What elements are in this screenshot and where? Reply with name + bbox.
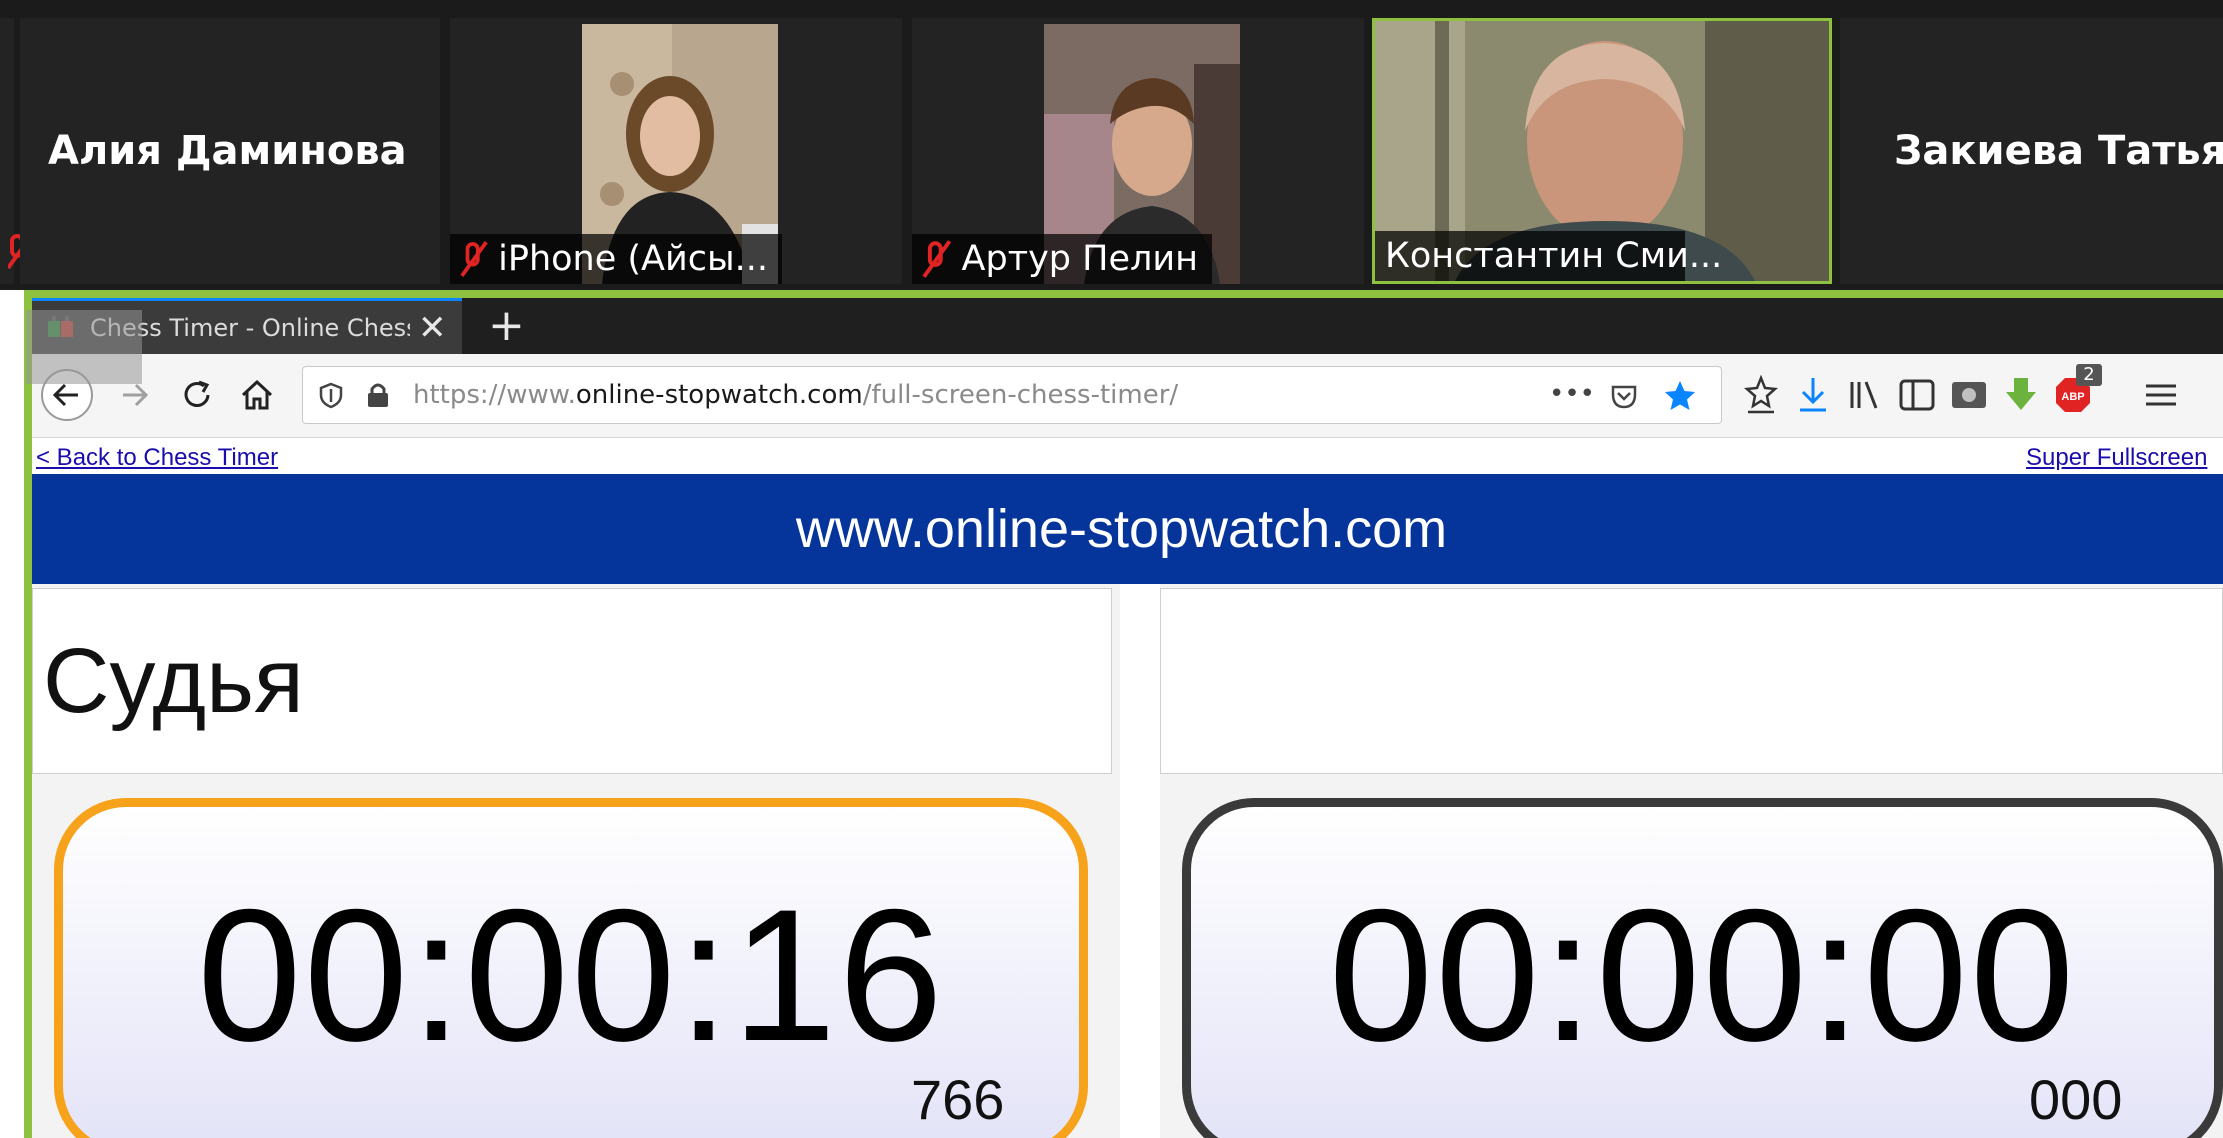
reading-list-star-icon[interactable]: [1740, 374, 1782, 416]
clock-time: 00:00:00: [1328, 870, 2077, 1080]
url-domain: online-stopwatch.com: [575, 380, 863, 410]
lock-icon: [368, 383, 388, 407]
participant-name: Константин Сми...: [1385, 236, 1723, 276]
downloads-icon[interactable]: [1792, 374, 1834, 416]
participant-label: Артур Пелин: [912, 234, 1212, 284]
zoom-participant-strip: Алия Даминова iPhone (Айсы... Артур Пели…: [0, 0, 2223, 290]
svg-text:ABP: ABP: [2061, 391, 2084, 403]
participant-tile-1[interactable]: Алия Даминова: [20, 18, 440, 284]
clock-milliseconds: 766: [911, 1068, 1005, 1131]
participant-name: iPhone (Айсы...: [498, 239, 768, 279]
participant-name: Закиева Татьяна: [1894, 128, 2223, 174]
home-button[interactable]: [228, 366, 286, 424]
tracking-shield-icon: [319, 382, 343, 409]
browser-window: Chess Timer - Online Chess ✕ + https://w…: [24, 290, 2223, 1138]
sidebar-icon[interactable]: [1896, 374, 1938, 416]
hamburger-menu-icon[interactable]: [2136, 374, 2176, 416]
bookmark-star-icon[interactable]: [1663, 379, 1697, 413]
pocket-icon[interactable]: [1609, 381, 1639, 411]
url-bar[interactable]: https://www.online-stopwatch.com/full-sc…: [302, 366, 1722, 424]
reload-button[interactable]: [168, 366, 226, 424]
download-helper-icon[interactable]: [2000, 374, 2042, 416]
screenshot-extension-icon[interactable]: [1948, 374, 1990, 416]
participant-name: Алия Даминова: [48, 128, 407, 174]
player-clock-active[interactable]: 00:00:16 766: [54, 798, 1088, 1138]
back-to-chess-timer-link[interactable]: < Back to Chess Timer: [36, 444, 278, 472]
adblock-count-badge: 2: [2076, 364, 2102, 386]
super-fullscreen-link[interactable]: Super Fullscreen: [2026, 444, 2207, 472]
reload-icon: [184, 380, 210, 407]
library-icon[interactable]: [1844, 374, 1886, 416]
tab-close-button[interactable]: ✕: [418, 311, 447, 345]
screen: Алия Даминова iPhone (Айсы... Артур Пели…: [0, 0, 2223, 1138]
web-page: < Back to Chess Timer Super Fullscreen w…: [32, 438, 2223, 1138]
player-name-box[interactable]: [1160, 588, 2223, 774]
screen-share-overlay: [26, 310, 142, 384]
clock-milliseconds: 000: [2029, 1068, 2123, 1131]
clock-time: 00:00:16: [197, 870, 945, 1080]
muted-mic-icon: [460, 241, 488, 277]
player-panel-right: 00:00:00 000: [1160, 584, 2223, 1138]
player-panel-left: Судья 00:00:16 766: [32, 584, 1120, 1138]
home-icon: [241, 379, 273, 410]
player-name: Судья: [43, 630, 304, 732]
url-prefix: https://www.: [413, 380, 576, 410]
page-actions-menu-button[interactable]: •••: [1549, 379, 1595, 409]
participant-label: Константин Сми...: [1375, 231, 1722, 281]
tab-bar: Chess Timer - Online Chess ✕ +: [32, 298, 2223, 354]
participant-label: iPhone (Айсы...: [450, 234, 782, 284]
participant-name: Артур Пелин: [961, 239, 1198, 279]
url-path: /full-screen-chess-timer/: [862, 380, 1179, 410]
participant-tile-4-active-speaker[interactable]: Константин Сми...: [1372, 18, 1832, 284]
participant-tile-2[interactable]: iPhone (Айсы...: [450, 18, 902, 284]
participant-tile-5[interactable]: Закиева Татьяна: [1840, 18, 2223, 284]
player-name-box[interactable]: Судья: [32, 588, 1112, 774]
player-clock-idle[interactable]: 00:00:00 000: [1182, 798, 2223, 1138]
site-banner: www.online-stopwatch.com: [32, 474, 2223, 584]
participant-tile-3[interactable]: Артур Пелин: [912, 18, 1364, 284]
navigation-toolbar: https://www.online-stopwatch.com/full-sc…: [32, 354, 2223, 438]
url-text: https://www.online-stopwatch.com/full-sc…: [413, 367, 1178, 423]
new-tab-button[interactable]: +: [488, 298, 525, 354]
muted-mic-icon: [922, 240, 952, 278]
